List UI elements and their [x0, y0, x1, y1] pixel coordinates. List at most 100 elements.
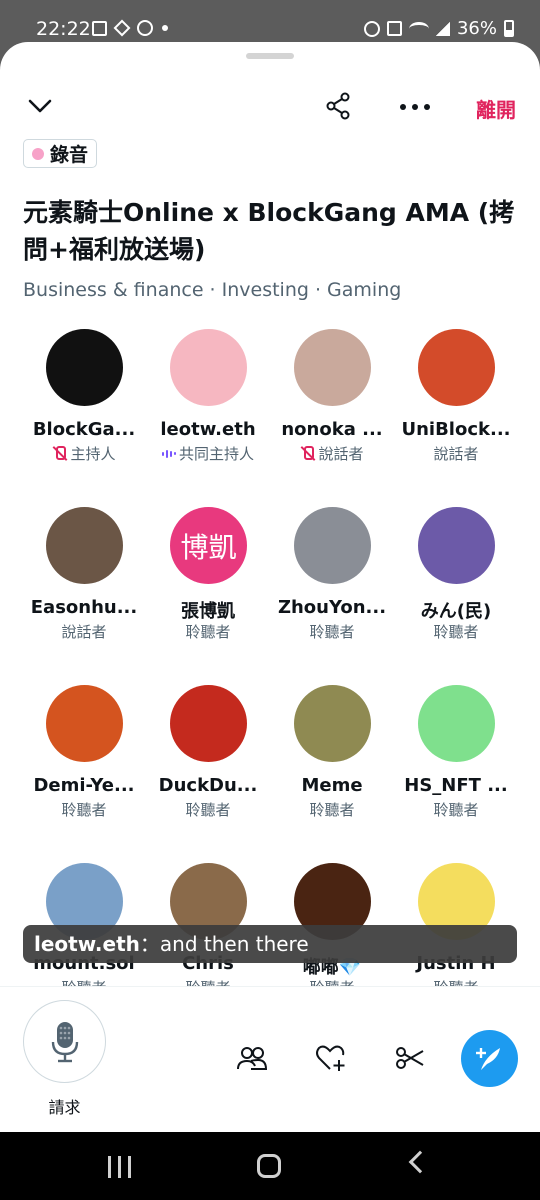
participant-card[interactable]: 博凱 張博凱 聆聽者	[146, 507, 270, 657]
leave-button[interactable]: 離開	[476, 94, 516, 123]
mute-icon	[386, 21, 402, 36]
request-label: 請求	[48, 1098, 81, 1117]
participant-role: 主持人	[22, 443, 146, 464]
participant-role-label: 聆聽者	[433, 623, 479, 641]
space-title: 元素騎士Online x BlockGang AMA (拷問+福利放送場)	[23, 198, 515, 264]
participant-role-label: 說話者	[61, 623, 107, 641]
speaking-wave-icon	[161, 449, 176, 458]
participant-role-label: 聆聽者	[185, 801, 231, 819]
avatar[interactable]	[170, 329, 247, 406]
live-caption: leotw.eth：and then there	[23, 925, 517, 963]
participant-name: Demi-Ye...	[33, 775, 135, 796]
heart-plus-icon[interactable]	[314, 1042, 346, 1074]
recording-dot-icon	[32, 147, 44, 160]
caption-speaker: leotw.eth	[34, 932, 140, 956]
caption-text: and then there	[159, 932, 309, 956]
participant-role: 共同主持人	[146, 443, 270, 464]
participant-name: UniBlock...	[401, 419, 511, 440]
participant-role: 聆聽者	[146, 799, 270, 820]
avatar[interactable]	[294, 685, 371, 762]
participant-name: leotw.eth	[160, 419, 256, 440]
participant-card[interactable]: leotw.eth 共同主持人	[146, 329, 270, 479]
avatar[interactable]: 博凱	[170, 507, 247, 584]
battery-percent: 36%	[456, 18, 497, 39]
back-icon[interactable]	[408, 1150, 432, 1174]
participant-name: nonoka ...	[281, 419, 383, 440]
compose-icon	[475, 1047, 500, 1070]
participant-card[interactable]: BlockGa... 主持人	[22, 329, 146, 479]
participant-name: HS_NFT ...	[404, 775, 508, 796]
mic-muted-icon	[300, 446, 315, 461]
participant-role: 說話者	[270, 443, 394, 464]
system-icons: 36%	[363, 18, 514, 39]
microphone-icon	[51, 1021, 78, 1062]
participant-role-label: 主持人	[70, 445, 116, 463]
participant-role-label: 聆聽者	[309, 623, 355, 641]
caption-separator: ：	[139, 932, 160, 956]
participant-name: ZhouYon...	[277, 597, 387, 618]
wifi-icon	[408, 21, 429, 36]
avatar[interactable]	[294, 329, 371, 406]
dot-icon	[162, 25, 168, 31]
participant-role: 聆聽者	[394, 621, 518, 642]
avatar[interactable]	[418, 329, 495, 406]
mic-muted-icon	[52, 446, 67, 461]
participants-grid: BlockGa... 主持人 leotw.eth 共同主持人 nonoka ... 說話者…	[22, 329, 518, 997]
request-mic-button[interactable]	[23, 1000, 106, 1083]
space-topics: Business & finance · Investing · Gaming	[23, 279, 402, 301]
avatar-initials: 博凱	[180, 530, 237, 564]
participant-name: 張博凱	[181, 601, 235, 622]
binance-icon	[113, 19, 131, 37]
participant-role: 說話者	[22, 621, 146, 642]
participant-card[interactable]: DuckDu... 聆聽者	[146, 685, 270, 835]
alarm-icon	[363, 20, 380, 37]
avatar[interactable]	[418, 507, 495, 584]
participant-card[interactable]: ZhouYon... 聆聽者	[270, 507, 394, 657]
signal-icon	[435, 21, 450, 36]
participant-card[interactable]: Meme 聆聽者	[270, 685, 394, 835]
participant-name: BlockGa...	[32, 419, 136, 440]
participant-role-label: 共同主持人	[178, 445, 254, 463]
avatar[interactable]	[46, 685, 123, 762]
participant-card[interactable]: UniBlock... 說話者	[394, 329, 518, 479]
participant-card[interactable]: Easonhu... 說話者	[22, 507, 146, 657]
participant-role: 聆聽者	[270, 799, 394, 820]
bottom-action-bar: 請求	[0, 986, 540, 1132]
participant-role: 說話者	[394, 443, 518, 464]
share-icon[interactable]	[325, 92, 351, 120]
participant-card[interactable]: みん(民) 聆聽者	[394, 507, 518, 657]
scissors-icon[interactable]	[394, 1042, 426, 1074]
more-icon[interactable]	[400, 104, 430, 110]
avatar[interactable]	[170, 685, 247, 762]
people-icon[interactable]	[236, 1042, 268, 1074]
participant-name: Meme	[301, 775, 363, 796]
participant-role: 聆聽者	[146, 621, 270, 642]
recents-icon[interactable]	[108, 1156, 131, 1178]
recording-badge: 錄音	[23, 139, 98, 168]
participant-role: 聆聽者	[22, 799, 146, 820]
notification-icons	[92, 19, 168, 37]
participant-role: 聆聽者	[270, 621, 394, 642]
participant-role-label: 聆聽者	[61, 801, 107, 819]
battery-icon	[504, 20, 514, 37]
space-sheet: 離開 錄音 元素騎士Online x BlockGang AMA (拷問+福利放…	[0, 42, 540, 1132]
home-icon[interactable]	[257, 1154, 281, 1178]
compose-button[interactable]	[461, 1030, 518, 1087]
sheet-header: 離開	[0, 92, 540, 126]
participant-card[interactable]: Demi-Ye... 聆聽者	[22, 685, 146, 835]
participant-role-label: 聆聽者	[185, 623, 231, 641]
avatar[interactable]	[418, 685, 495, 762]
c-app-icon	[137, 20, 153, 36]
participant-card[interactable]: nonoka ... 說話者	[270, 329, 394, 479]
avatar[interactable]	[46, 507, 123, 584]
participant-role: 聆聽者	[394, 799, 518, 820]
participant-card[interactable]: HS_NFT ... 聆聽者	[394, 685, 518, 835]
avatar[interactable]	[46, 329, 123, 406]
gallery-icon	[92, 20, 107, 36]
avatar[interactable]	[294, 507, 371, 584]
participant-name: みん(民)	[420, 601, 492, 622]
participant-name: Easonhu...	[30, 597, 138, 618]
chevron-down-icon[interactable]	[28, 94, 52, 118]
participant-name: DuckDu...	[158, 775, 258, 796]
drag-handle[interactable]	[246, 53, 294, 59]
